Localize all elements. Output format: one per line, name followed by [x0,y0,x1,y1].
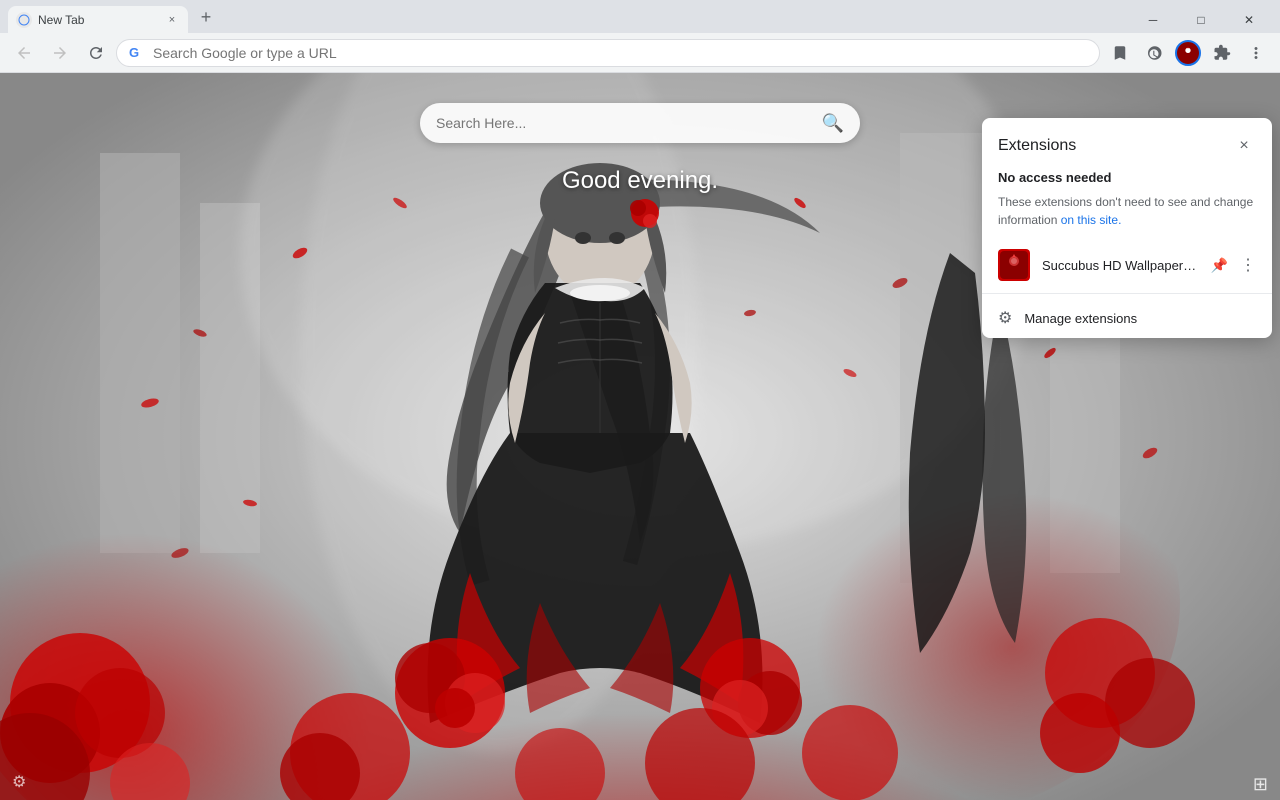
chrome-menu-button[interactable] [1240,37,1272,69]
search-input[interactable] [436,115,814,131]
back-button[interactable] [8,37,40,69]
address-bar[interactable]: G [116,39,1100,67]
refresh-button[interactable] [80,37,112,69]
ext-menu-icon[interactable]: ⋮ [1240,255,1256,275]
search-icon: 🔍 [822,113,844,134]
ext-description: These extensions don't need to see and c… [982,193,1272,241]
extensions-menu-button[interactable] [1206,37,1238,69]
settings-bottom-button[interactable]: ⚙ [12,772,36,796]
bottom-bar: ⚙ ⊞ [0,768,1280,800]
ext-pin-icon[interactable]: 📌 [1211,257,1228,274]
tab-strip: New Tab × + [0,6,1122,33]
window-controls: ─ □ ✕ [1122,6,1280,33]
manage-extensions-item[interactable]: ⚙ Manage extensions [982,298,1272,338]
tab-close-button[interactable]: × [164,12,180,28]
ext-panel-title: Extensions [998,137,1076,155]
manage-gear-icon: ⚙ [998,308,1012,328]
apps-grid-icon[interactable]: ⊞ [1253,774,1268,795]
ext-site-link[interactable]: on this site. [1061,213,1122,227]
ext-icon-succubus [998,249,1030,281]
toolbar: G [0,33,1280,73]
history-button[interactable] [1138,37,1170,69]
extension-succubus-button[interactable] [1172,37,1204,69]
ext-divider [982,293,1272,294]
ext-name-label: Succubus HD Wallpapers New... [1042,258,1199,273]
extension-icon [1175,40,1201,66]
bottom-right-area: ⊞ [1253,774,1268,795]
bookmark-button[interactable] [1104,37,1136,69]
tab-title: New Tab [38,13,158,27]
greeting-text: Good evening. [562,167,718,195]
close-button[interactable]: ✕ [1226,3,1272,36]
search-overlay: 🔍 Good evening. [420,103,860,195]
ext-close-button[interactable]: × [1232,134,1256,158]
active-tab[interactable]: New Tab × [8,6,188,33]
content-area: 🔍 Good evening. Extensions × No access n… [0,73,1280,800]
forward-button[interactable] [44,37,76,69]
search-bar[interactable]: 🔍 [420,103,860,143]
url-input[interactable] [153,45,1087,61]
new-tab-button[interactable]: + [192,3,220,31]
tab-favicon [16,12,32,28]
google-logo: G [129,45,145,61]
title-bar: New Tab × + ─ □ ✕ [0,0,1280,33]
maximize-button[interactable]: □ [1178,3,1224,36]
ext-header: Extensions × [982,118,1272,166]
browser-frame: New Tab × + ─ □ ✕ G [0,0,1280,800]
extension-item[interactable]: Succubus HD Wallpapers New... 📌 ⋮ [982,241,1272,289]
ext-no-access-label: No access needed [982,166,1272,193]
minimize-button[interactable]: ─ [1130,3,1176,36]
extensions-panel: Extensions × No access needed These exte… [982,118,1272,338]
toolbar-icons [1104,37,1272,69]
manage-label: Manage extensions [1024,311,1137,326]
